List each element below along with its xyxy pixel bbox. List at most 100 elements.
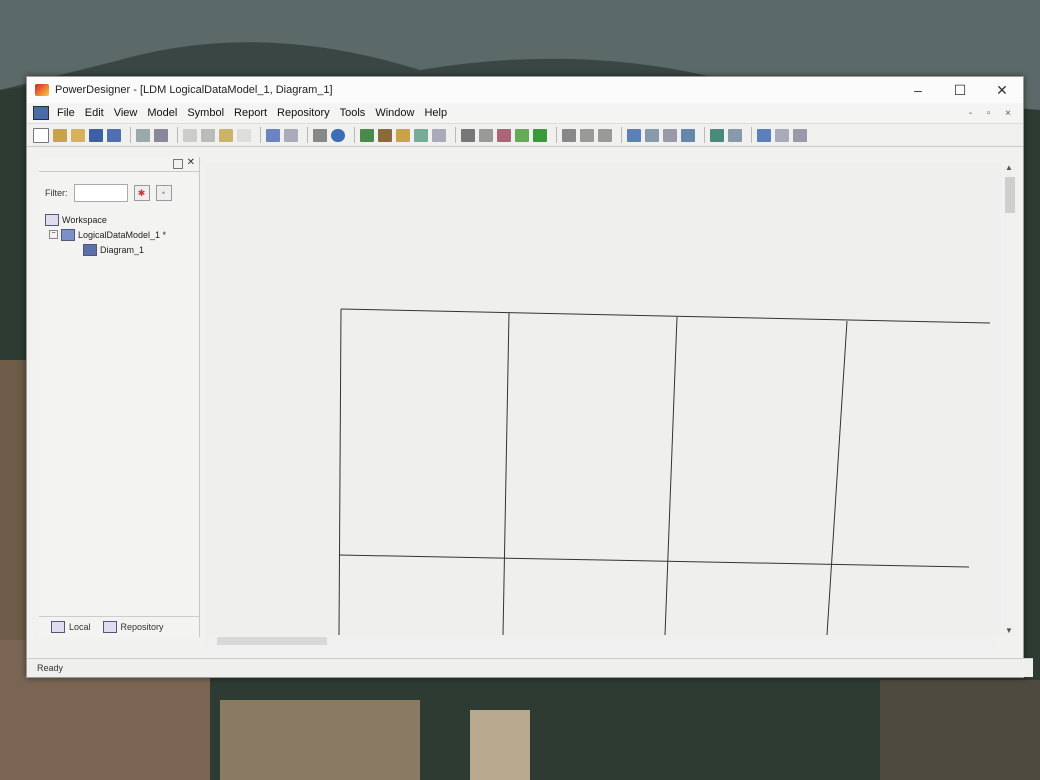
menu-symbol[interactable]: Symbol — [187, 107, 224, 119]
maximize-button[interactable]: ☐ — [939, 77, 981, 103]
tree-item-model[interactable]: − LogicalDataModel_1 * — [45, 227, 199, 242]
toolbar-separator — [260, 127, 261, 143]
arrow-right-icon[interactable] — [598, 128, 612, 142]
toolbar-separator — [177, 127, 178, 143]
menu-report[interactable]: Report — [234, 107, 267, 119]
align-icon[interactable] — [562, 128, 576, 142]
menu-repository[interactable]: Repository — [277, 107, 330, 119]
open-icon[interactable] — [53, 128, 67, 142]
print-icon[interactable] — [154, 128, 168, 142]
new-icon[interactable] — [33, 127, 49, 143]
vertical-scrollbar[interactable]: ▲ ▼ — [1003, 163, 1017, 635]
powerdesigner-icon — [35, 84, 49, 96]
close-browser-icon[interactable]: ✕ — [187, 157, 195, 168]
diagram-canvas[interactable] — [205, 163, 1001, 636]
view-icon-3[interactable] — [663, 128, 677, 142]
model-icon[interactable] — [360, 128, 374, 142]
repository-icon — [102, 621, 117, 633]
tab-local[interactable]: Local — [51, 621, 91, 633]
text-tool-icon[interactable] — [533, 128, 547, 142]
report-icon[interactable] — [396, 128, 410, 142]
mdi-window-controls[interactable]: - ▫ × — [969, 108, 1017, 119]
filter-label: Filter: — [45, 188, 68, 198]
menu-tools[interactable]: Tools — [340, 107, 366, 119]
browser-header: ✕ — [39, 157, 199, 172]
tree-item-label: LogicalDataModel_1 * — [78, 229, 167, 240]
tab-label: Local — [69, 622, 91, 632]
horizontal-scrollbar[interactable] — [205, 635, 995, 647]
filter-input[interactable] — [73, 184, 128, 202]
scroll-up-icon[interactable]: ▲ — [1005, 163, 1013, 172]
toolbar-separator — [307, 127, 308, 143]
local-icon — [51, 621, 65, 633]
diagram-icon — [83, 243, 97, 256]
rectangle-tool-icon[interactable] — [461, 128, 475, 142]
view-icon-6[interactable] — [728, 128, 742, 142]
view-icon-1[interactable] — [627, 128, 641, 142]
minimize-button[interactable]: – — [897, 77, 939, 103]
grid-line-v1 — [338, 308, 342, 636]
toolbar-separator — [621, 127, 622, 143]
filter-clear-icon[interactable]: • — [155, 185, 172, 201]
delete-icon[interactable] — [237, 128, 251, 142]
globe-icon[interactable] — [331, 128, 345, 142]
cut-icon[interactable] — [183, 128, 197, 142]
toolbar-separator — [556, 127, 557, 143]
tree-item-label: Workspace — [62, 214, 107, 225]
toolbar-separator — [130, 127, 131, 143]
model-tree: Workspace − LogicalDataModel_1 * Diagram… — [39, 212, 199, 257]
title-bar: PowerDesigner - [LDM LogicalDataModel_1,… — [27, 77, 1023, 103]
menu-help[interactable]: Help — [424, 107, 447, 119]
menu-view[interactable]: View — [114, 107, 138, 119]
redo-icon[interactable] — [284, 128, 298, 142]
properties-icon[interactable] — [313, 128, 327, 142]
browser-tabs: Local Repository — [39, 616, 199, 637]
tree-item-workspace[interactable]: Workspace — [45, 212, 199, 227]
tab-repository[interactable]: Repository — [102, 621, 164, 633]
close-button[interactable]: ✕ — [981, 77, 1023, 103]
browser-toggle-icon[interactable] — [757, 128, 771, 142]
toolbar-separator — [751, 127, 752, 143]
menu-model[interactable]: Model — [147, 107, 177, 119]
filter-apply-icon[interactable]: ✱ — [133, 185, 150, 201]
scroll-thumb[interactable] — [1005, 177, 1015, 213]
output-toggle-icon[interactable] — [775, 128, 789, 142]
toolbar — [27, 123, 1023, 147]
application-window: PowerDesigner - [LDM LogicalDataModel_1,… — [26, 76, 1033, 678]
tree-item-label: Diagram_1 — [100, 244, 145, 255]
save-icon[interactable] — [89, 128, 103, 142]
filter-row: Filter: ✱ • — [39, 184, 199, 202]
scroll-down-icon[interactable]: ▼ — [1005, 626, 1013, 635]
copy-icon[interactable] — [201, 128, 215, 142]
print-preview-icon[interactable] — [136, 128, 150, 142]
scroll-thumb[interactable] — [217, 637, 327, 645]
document-system-icon[interactable] — [33, 106, 49, 120]
model-icon — [61, 228, 75, 241]
view-icon-2[interactable] — [645, 128, 659, 142]
collapse-icon[interactable]: − — [49, 230, 58, 239]
view-icon-4[interactable] — [681, 128, 695, 142]
paste-icon[interactable] — [219, 128, 233, 142]
menu-window[interactable]: Window — [375, 107, 414, 119]
generate-icon[interactable] — [414, 128, 428, 142]
grid-line-v2 — [502, 312, 510, 636]
reverse-icon[interactable] — [432, 128, 446, 142]
object-browser: ✕ Filter: ✱ • Workspace − LogicalDataMod… — [39, 157, 200, 637]
grid-line-v4 — [826, 320, 848, 636]
menu-edit[interactable]: Edit — [85, 107, 104, 119]
save-all-icon[interactable] — [107, 128, 121, 142]
window-title: PowerDesigner - [LDM LogicalDataModel_1,… — [55, 84, 333, 96]
arrow-left-icon[interactable] — [580, 128, 594, 142]
open-folder-icon[interactable] — [71, 128, 85, 142]
menu-file[interactable]: File — [57, 107, 75, 119]
page-grid — [338, 308, 991, 636]
pen-tool-icon[interactable] — [515, 128, 529, 142]
undo-icon[interactable] — [266, 128, 280, 142]
line-tool-icon[interactable] — [497, 128, 511, 142]
result-list-icon[interactable] — [793, 128, 807, 142]
view-icon-5[interactable] — [710, 128, 724, 142]
tree-item-diagram[interactable]: Diagram_1 — [45, 242, 199, 257]
pin-icon[interactable] — [173, 159, 183, 169]
check-model-icon[interactable] — [378, 128, 392, 142]
frame-tool-icon[interactable] — [479, 128, 493, 142]
